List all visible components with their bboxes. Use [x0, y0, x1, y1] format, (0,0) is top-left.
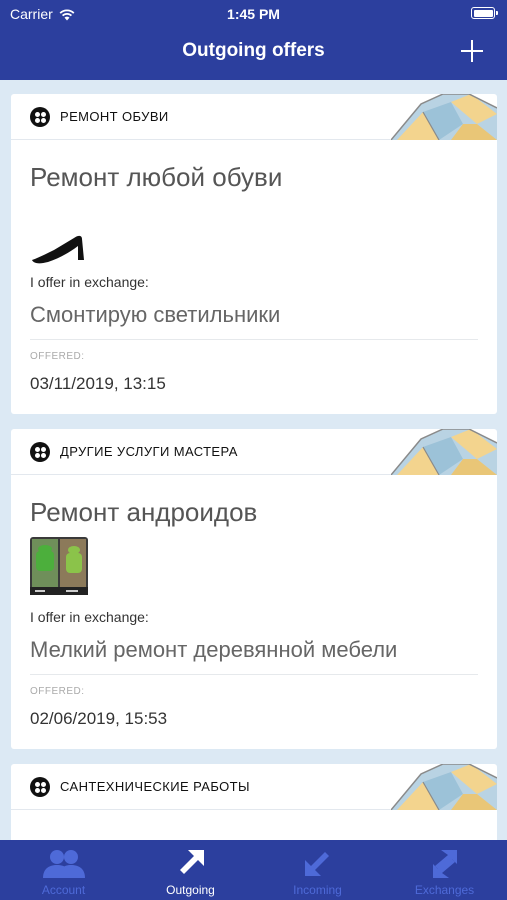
- divider: [30, 674, 478, 675]
- clock: 1:45 PM: [227, 6, 280, 22]
- tab-label: Account: [41, 883, 86, 897]
- tab-label: Incoming: [293, 883, 342, 897]
- service-title: Ремонт андроидов: [30, 497, 258, 527]
- arrow-down-left-icon: [304, 852, 329, 876]
- arrow-up-right-icon: [179, 850, 204, 874]
- category-icon: [30, 107, 50, 127]
- tab-account[interactable]: Account: [0, 840, 127, 900]
- offered-label: OFFERED:: [30, 686, 85, 697]
- exchange-arrows-icon: [432, 850, 457, 878]
- category-icon: [30, 777, 50, 797]
- page-title: Outgoing offers: [182, 40, 325, 61]
- offered-date: 02/06/2019, 15:53: [30, 709, 168, 728]
- category-label: ДРУГИЕ УСЛУГИ МАСТЕРА: [60, 444, 238, 459]
- category-label: САНТЕХНИЧЕСКИЕ РАБОТЫ: [60, 779, 250, 794]
- add-offer-button[interactable]: [459, 38, 485, 64]
- tab-outgoing[interactable]: Outgoing: [127, 840, 254, 900]
- divider: [30, 339, 478, 340]
- stained-glass-decoration: [391, 764, 497, 810]
- shoe-icon: [32, 235, 84, 264]
- service-title: Ремонт любой обуви: [30, 162, 283, 192]
- tab-label: Outgoing: [166, 883, 215, 897]
- offer-in-exchange-label: I offer in exchange:: [30, 274, 149, 290]
- category-label: РЕМОНТ ОБУВИ: [60, 109, 169, 124]
- tab-label: Exchanges: [414, 883, 475, 897]
- tab-bar: Account Outgoing Incoming Exchanges: [0, 840, 507, 900]
- stained-glass-decoration: [391, 429, 497, 475]
- offer-card-header: ДРУГИЕ УСЛУГИ МАСТЕРА: [11, 429, 497, 475]
- battery-icon: [471, 7, 498, 19]
- offer-card[interactable]: САНТЕХНИЧЕСКИЕ РАБОТЫ: [11, 764, 497, 840]
- offer-in-exchange-value: Мелкий ремонт деревянной мебели: [30, 637, 398, 662]
- tab-incoming[interactable]: Incoming: [254, 840, 381, 900]
- offered-label: OFFERED:: [30, 351, 85, 362]
- offer-card[interactable]: ДРУГИЕ УСЛУГИ МАСТЕРА Ремонт андроидов I…: [11, 429, 497, 749]
- offered-date: 03/11/2019, 13:15: [30, 374, 166, 393]
- offer-in-exchange-label: I offer in exchange:: [30, 609, 149, 625]
- status-bar: Carrier 1:45 PM: [0, 0, 507, 28]
- stained-glass-decoration: [391, 94, 497, 140]
- tab-exchanges[interactable]: Exchanges: [381, 840, 507, 900]
- android-photo: [30, 537, 88, 595]
- offer-card-header: РЕМОНТ ОБУВИ: [11, 94, 497, 140]
- users-icon: [42, 850, 85, 878]
- offer-card-header: САНТЕХНИЧЕСКИЕ РАБОТЫ: [11, 764, 497, 810]
- nav-header: Carrier 1:45 PM Outgoing offers: [0, 0, 507, 80]
- offer-in-exchange-value: Смонтирую светильники: [30, 302, 281, 327]
- offers-list[interactable]: РЕМОНТ ОБУВИ Ремонт любой обуви I offer …: [0, 80, 507, 840]
- offer-card[interactable]: РЕМОНТ ОБУВИ Ремонт любой обуви I offer …: [11, 94, 497, 414]
- category-icon: [30, 442, 50, 462]
